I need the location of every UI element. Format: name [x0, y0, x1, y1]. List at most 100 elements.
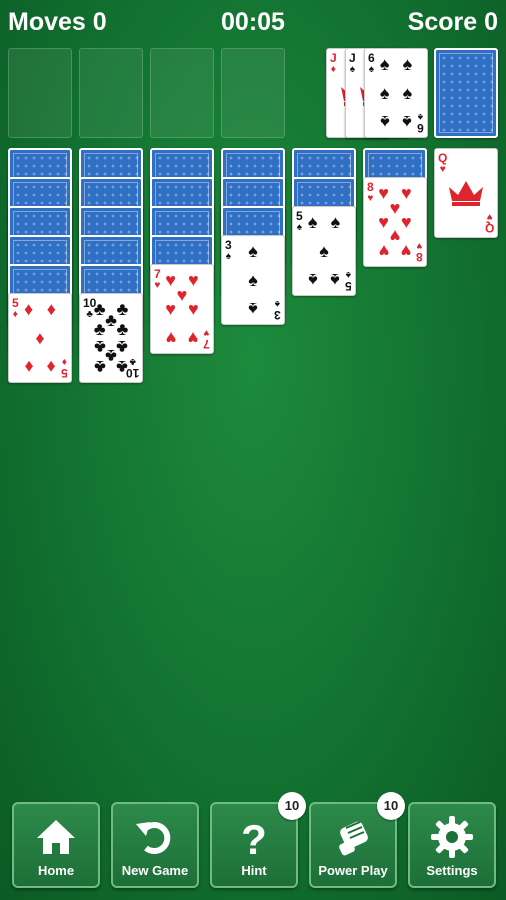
card-corner-index: J♠ — [349, 52, 356, 76]
card-pip: ♠ — [307, 212, 318, 233]
card-pip: ♥ — [378, 240, 389, 261]
foundation-slot-1[interactable] — [8, 48, 72, 138]
tableau-card[interactable]: 5 ♦ 5 ♦ ♦ ♦ ♦ ♦ ♦ — [8, 293, 72, 383]
tableau-card[interactable]: 7 ♥ 7 ♥ ♥ ♥ ♥ ♥ ♥ ♥ ♥ — [150, 264, 214, 354]
card-pip: ♥ — [401, 240, 412, 261]
hint-button[interactable]: ? Hint 10 — [210, 792, 306, 888]
undo-arrow-icon — [136, 822, 171, 854]
card-corner-index: 3 ♠ — [274, 297, 281, 322]
card-pip: ♥ — [188, 270, 199, 291]
card-corner-index: Q ♥ — [438, 152, 447, 176]
card-pip: ♠ — [379, 54, 390, 75]
card-pip: ♠ — [379, 83, 390, 103]
card-rank: J — [349, 51, 356, 65]
card-suit: ♦ — [330, 64, 336, 75]
waste-card[interactable]: 6 ♠ 6 ♠ ♠ ♠ ♠ ♠ ♠ ♠ — [364, 48, 428, 138]
card-pip: ♥ — [401, 183, 412, 204]
home-label: Home — [37, 863, 75, 878]
card-corner-index: J♦ — [330, 52, 337, 76]
settings-button[interactable]: Settings — [408, 802, 496, 888]
card-pip: ♣ — [93, 337, 106, 358]
card-corner-index: 5 ♦ — [12, 297, 19, 321]
card-suit: ♠ — [225, 251, 231, 262]
card-pip: ♦ — [46, 299, 56, 320]
card-pip: ♣ — [116, 299, 129, 320]
svg-text:?: ? — [241, 816, 267, 860]
new-game-label: New Game — [121, 863, 189, 878]
card-suit: ♠ — [349, 64, 355, 75]
card-rank: Q — [438, 151, 448, 165]
card-corner-index: 8 ♥ — [367, 181, 374, 205]
card-pips: ♠ ♠ ♠ ♠ ♠ ♠ — [377, 54, 415, 132]
home-button[interactable]: Home — [12, 802, 100, 888]
card-suit: ♥ — [203, 327, 210, 338]
card-pip: ♦ — [24, 299, 34, 320]
gear-icon — [431, 816, 473, 858]
card-pip: ♥ — [165, 270, 176, 291]
card-pip: ♥ — [188, 299, 199, 319]
card-rank: 8 — [367, 180, 374, 194]
card-pip: ♣ — [93, 356, 106, 377]
card-rank: 6 — [368, 51, 375, 65]
stock-pile[interactable] — [434, 48, 498, 138]
card-pip: ♥ — [165, 327, 176, 348]
card-suit: ♠ — [368, 64, 374, 75]
card-pip: ♥ — [378, 183, 389, 204]
card-pips: ♦ ♦ ♦ ♦ ♦ — [21, 299, 59, 377]
card-rank: 3 — [225, 238, 232, 252]
card-pip: ♠ — [248, 298, 258, 319]
card-corner-index: 6 ♠ — [368, 52, 375, 76]
card-pip: ♦ — [24, 356, 34, 377]
card-pips: ♥ ♥ ♥ ♥ ♥ ♥ ♥ ♥ — [376, 183, 414, 261]
foundation-slot-3[interactable] — [150, 48, 214, 138]
card-pips: ♥ ♥ ♥ ♥ ♥ ♥ ♥ — [163, 270, 201, 348]
card-rank: 5 — [61, 366, 68, 380]
card-pip: ♣ — [116, 356, 129, 377]
crown-icon — [449, 181, 483, 206]
card-rank: Q — [484, 221, 494, 235]
settings-label: Settings — [426, 863, 478, 878]
foundation-slot-4[interactable] — [221, 48, 285, 138]
card-suit: ♥ — [154, 280, 161, 291]
card-pip: ♠ — [402, 54, 413, 75]
new-game-button[interactable]: New Game — [111, 802, 199, 888]
card-pip: ♣ — [116, 337, 129, 358]
card-corner-index: Q ♥ — [484, 210, 494, 235]
card-pip: ♥ — [176, 284, 188, 305]
question-mark-icon: ? — [241, 816, 267, 860]
score-counter: Score 0 — [407, 8, 498, 36]
card-rank: 5 — [296, 209, 303, 223]
hint-count-badge: 10 — [278, 792, 306, 820]
card-corner-index: 7 ♥ — [154, 268, 161, 292]
card-pip: ♠ — [307, 269, 318, 290]
fist-icon — [339, 821, 368, 856]
tableau-card[interactable]: 10 ♣ 10 ♣ ♣ ♣ ♣ ♣ ♣ ♣ ♣ ♣ ♣ ♣ — [79, 293, 143, 383]
card-pip: ♠ — [248, 270, 258, 290]
tableau-card[interactable]: 5 ♠ 5 ♠ ♠ ♠ ♠ ♠ ♠ — [292, 206, 356, 296]
card-pip: ♦ — [35, 328, 45, 348]
card-rank: J — [330, 51, 337, 65]
card-rank: 7 — [154, 267, 161, 281]
card-pip: ♠ — [402, 83, 413, 103]
tableau-card[interactable]: Q ♥ Q ♥ — [434, 148, 498, 238]
home-icon — [37, 820, 75, 854]
card-suit: ♠ — [296, 222, 302, 233]
card-pip: ♠ — [402, 111, 413, 132]
card-suit: ♥ — [439, 164, 446, 175]
card-rank: 8 — [416, 250, 423, 264]
power-play-button[interactable]: Power Play 10 — [309, 792, 405, 888]
card-rank: 5 — [345, 279, 352, 293]
card-pip: ♥ — [378, 212, 389, 232]
card-corner-index: 7 ♥ — [203, 326, 210, 351]
card-pip: ♥ — [389, 226, 401, 247]
card-pip: ♠ — [248, 241, 258, 262]
power-play-count-badge: 10 — [377, 792, 405, 820]
tableau-card[interactable]: 8 ♥ 8 ♥ ♥ ♥ ♥ ♥ ♥ ♥ ♥ ♥ — [363, 177, 427, 267]
tableau-card[interactable]: 3 ♠ 3 ♠ ♠ ♠ ♠ — [221, 235, 285, 325]
foundation-slot-2[interactable] — [79, 48, 143, 138]
hint-label: Hint — [241, 863, 267, 878]
card-pip: ♠ — [330, 212, 341, 233]
card-pip: ♦ — [46, 356, 56, 377]
card-pip: ♥ — [401, 212, 412, 232]
card-corner-index: 6 ♠ — [417, 110, 424, 135]
